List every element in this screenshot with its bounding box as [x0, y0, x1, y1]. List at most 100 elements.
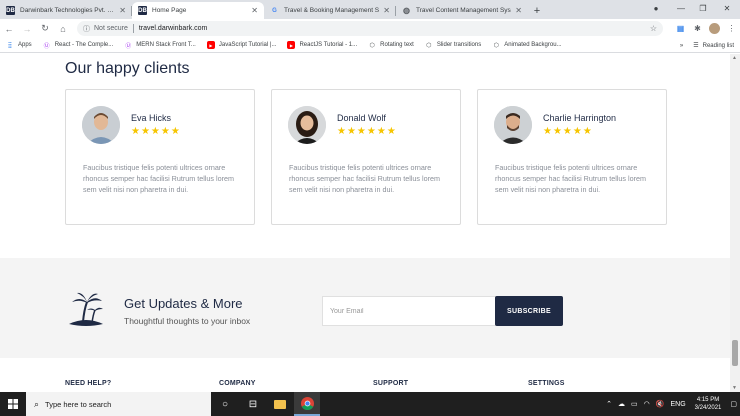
client-name: Donald Wolf [337, 113, 386, 123]
bookmark-star-icon[interactable]: ☆ [650, 24, 657, 33]
cloud-icon[interactable]: ☁ [618, 400, 625, 408]
apps-grid-icon: ⣿ [7, 42, 13, 49]
page-viewport: Our happy clients Eva Hicks ★★★★★ Faucib… [0, 54, 730, 392]
codepen-icon: ⬡ [426, 42, 432, 49]
bookmark-react[interactable]: Ⓤ React - The Comple... [43, 41, 114, 50]
reload-icon[interactable]: ↻ [36, 19, 54, 38]
taskbar-search-box[interactable]: ⌕ Type here to search [26, 392, 211, 416]
tab-title: Travel Content Management Sys [416, 7, 511, 14]
more-bookmarks-icon[interactable]: » [680, 43, 683, 49]
file-explorer-icon[interactable] [267, 392, 293, 416]
toolbar-extensions: ▦ ✱ ⋮ [672, 19, 740, 38]
tab-darwinbark[interactable]: DB Darwinbark Technologies Pvt. Ltd. ✕ [0, 2, 132, 19]
tab-title: Darwinbark Technologies Pvt. Ltd. [20, 7, 116, 14]
bookmark-label: JavaScript Tutorial |... [218, 42, 277, 48]
client-name: Eva Hicks [131, 113, 172, 123]
language-indicator[interactable]: ENG [671, 401, 686, 408]
codepen-icon: ⬡ [493, 42, 499, 49]
bookmark-js-tutorial[interactable]: ▶ JavaScript Tutorial |... [206, 41, 277, 49]
bookmark-apps[interactable]: ⣿ Apps [6, 41, 32, 49]
tab-title: Travel & Booking Management S [284, 7, 380, 14]
footer-heading-company: COMPANY [219, 380, 256, 387]
taskbar-clock[interactable]: 4:15 PM 3/24/2021 [695, 396, 722, 412]
profile-record-icon[interactable]: ● [645, 0, 667, 17]
scrollbar-thumb[interactable] [732, 340, 738, 366]
menu-kebab-icon[interactable]: ⋮ [723, 19, 740, 38]
google-favicon-icon: G [272, 7, 277, 14]
bookmark-mern[interactable]: Ⓤ MERN Stack Front T... [124, 41, 196, 50]
back-icon[interactable]: ← [0, 19, 18, 38]
bookmarks-right: » ☰ Reading list [680, 38, 734, 53]
bookmark-label: MERN Stack Front T... [136, 42, 196, 48]
close-tab-icon[interactable]: ✕ [383, 6, 390, 15]
page-scrollbar[interactable]: ▲ ▼ [730, 54, 740, 392]
taskbar-search-placeholder: Type here to search [45, 399, 112, 409]
forward-icon[interactable]: → [18, 19, 36, 38]
system-tray: ⌃ ☁ ▭ ◠ 🔇 ENG 4:15 PM 3/24/2021 ▢ [603, 392, 740, 416]
network-icon[interactable]: ◠ [644, 400, 650, 408]
browser-toolbar: ← → ↻ ⌂ ⓘ Not secure travel.darwinbark.c… [0, 19, 740, 38]
bookmarks-bar: ⣿ Apps Ⓤ React - The Comple... Ⓤ MERN St… [0, 38, 740, 53]
puzzle-icon[interactable]: ✱ [689, 19, 706, 38]
close-window-icon[interactable]: ✕ [716, 0, 738, 17]
darwinbark-favicon-icon: DB [138, 6, 147, 15]
bookmark-label: ReactJS Tutorial - 1... [299, 42, 358, 48]
home-icon[interactable]: ⌂ [54, 19, 72, 38]
minimize-icon[interactable]: — [670, 0, 692, 17]
udemy-icon: Ⓤ [125, 43, 132, 50]
footer-heading-settings: SETTINGS [528, 380, 565, 387]
volume-mute-icon[interactable]: 🔇 [656, 400, 665, 408]
new-tab-icon[interactable]: + [528, 2, 546, 19]
testimonial-card: Donald Wolf ★★★★★★ Faucibus tristique fe… [271, 89, 461, 225]
testimonial-text: Faucibus tristique felis potenti ultrice… [289, 163, 440, 194]
windows-taskbar: ⌕ Type here to search ○ ⊟ ⌃ ☁ ▭ ◠ 🔇 ENG … [0, 392, 740, 416]
battery-icon[interactable]: ▭ [631, 400, 638, 408]
scroll-up-icon[interactable]: ▲ [732, 55, 737, 61]
bookmark-reactjs-tutorial[interactable]: ▶ ReactJS Tutorial - 1... [287, 41, 357, 49]
url-text[interactable]: travel.darwinbark.com [139, 25, 207, 32]
close-tab-icon[interactable]: ✕ [515, 6, 522, 15]
reading-list-button[interactable]: Reading list [703, 43, 734, 49]
profile-avatar-icon[interactable] [706, 19, 723, 38]
bookmark-rotating-text[interactable]: ⬡ Rotating text [368, 41, 414, 49]
subscribe-button[interactable]: SUBSCRIBE [495, 296, 563, 326]
codepen-icon: ⬡ [369, 42, 375, 49]
address-bar[interactable]: ⓘ Not secure travel.darwinbark.com ☆ [77, 21, 663, 36]
windows-start-icon[interactable] [0, 392, 26, 416]
tab-home-page[interactable]: DB Home Page ✕ [132, 2, 264, 19]
bookmark-label: Slider transitions [436, 42, 482, 48]
scroll-down-icon[interactable]: ▼ [732, 385, 737, 391]
divider [132, 24, 134, 33]
newsletter-section: Get Updates & More Thoughtful thoughts t… [0, 258, 730, 358]
tab-travel-content[interactable]: ◍ Travel Content Management Sys ✕ [396, 2, 528, 19]
bookmark-label: React - The Comple... [54, 42, 114, 48]
bookmark-animated-background[interactable]: ⬡ Animated Backgrou... [492, 41, 562, 49]
footer-heading-need-help: NEED HELP? [65, 380, 112, 387]
youtube-icon: ▶ [287, 41, 296, 49]
extension-new-icon[interactable]: ▦ [672, 19, 689, 38]
notifications-icon[interactable]: ▢ [730, 400, 737, 408]
bookmark-label: Animated Backgrou... [504, 42, 562, 48]
tab-travel-booking[interactable]: G Travel & Booking Management S ✕ [264, 2, 396, 19]
testimonial-text: Faucibus tristique felis potenti ultrice… [83, 163, 234, 194]
testimonial-card: Charlie Harrington ★★★★★ Faucibus tristi… [477, 89, 667, 225]
email-input[interactable] [322, 296, 496, 326]
task-view-icon[interactable]: ⊟ [240, 392, 266, 416]
cortana-icon[interactable]: ○ [212, 392, 238, 416]
bookmark-label: Rotating text [380, 42, 414, 48]
rating-stars-icon: ★★★★★ [131, 126, 181, 137]
chrome-taskbar-icon[interactable] [294, 392, 320, 416]
testimonial-text: Faucibus tristique felis potenti ultrice… [495, 163, 646, 194]
close-tab-icon[interactable]: ✕ [251, 6, 258, 15]
maximize-icon[interactable]: ❐ [692, 0, 714, 17]
darwinbark-favicon-icon: DB [6, 6, 15, 15]
bookmark-label: Apps [18, 42, 32, 48]
info-icon[interactable]: ⓘ [83, 24, 90, 34]
close-tab-icon[interactable]: ✕ [119, 6, 126, 15]
tray-chevron-icon[interactable]: ⌃ [606, 400, 612, 408]
clock-time: 4:15 PM [696, 397, 720, 403]
udemy-icon: Ⓤ [43, 43, 50, 50]
bookmark-slider-transitions[interactable]: ⬡ Slider transitions [425, 41, 481, 49]
globe-favicon-icon: ◍ [403, 6, 410, 15]
clock-date: 3/24/2021 [694, 405, 722, 411]
